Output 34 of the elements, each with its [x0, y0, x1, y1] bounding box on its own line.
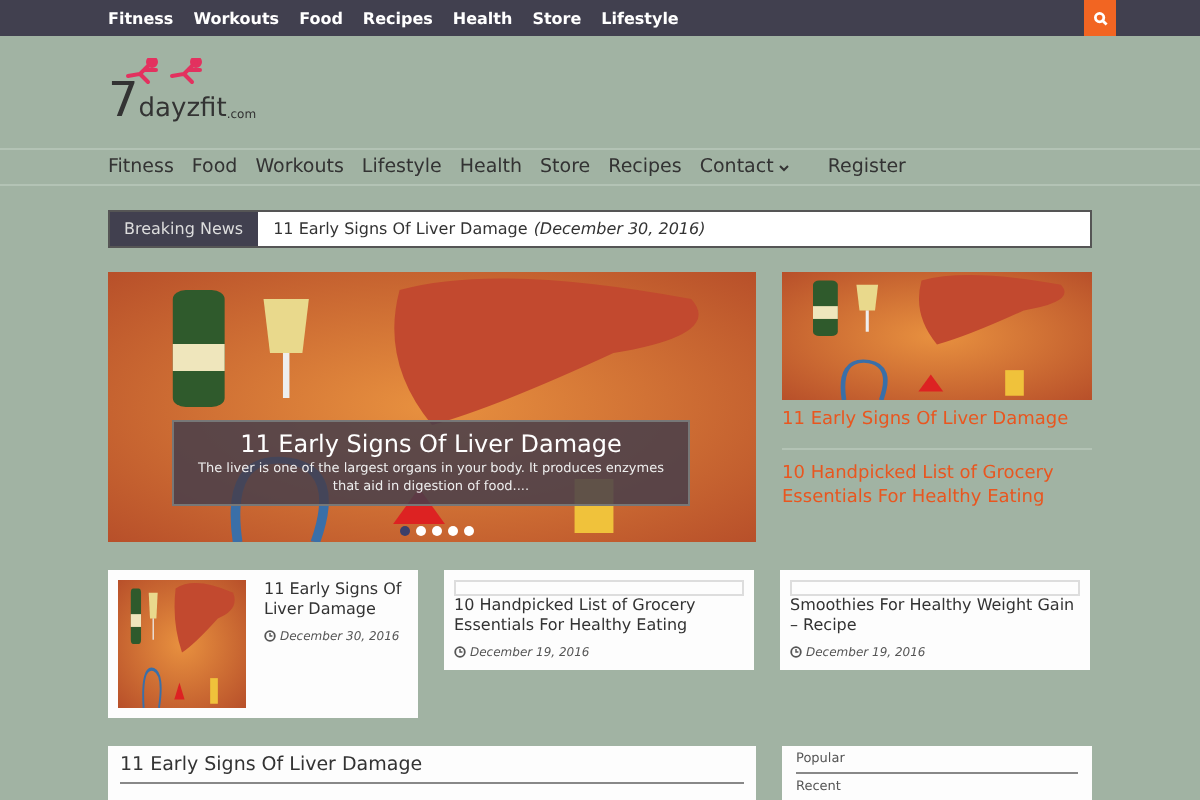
top-menu-link[interactable]: Fitness	[108, 9, 174, 27]
slider-dot[interactable]	[448, 526, 458, 536]
breaking-news-label: Breaking News	[110, 212, 258, 246]
photo-placeholder	[118, 580, 246, 708]
top-menu-link[interactable]: Lifestyle	[601, 9, 679, 27]
nav-link[interactable]: Food	[191, 156, 238, 178]
slider-dot[interactable]	[464, 526, 474, 536]
nav-link[interactable]: Workouts	[255, 156, 344, 178]
top-menu-link[interactable]: Store	[532, 9, 582, 27]
clock-icon	[264, 630, 276, 643]
article-title: 11 Early Signs Of Liver Damage	[120, 754, 744, 784]
search-icon	[1093, 11, 1107, 25]
nav-link[interactable]: Lifestyle	[361, 156, 442, 178]
top-menu-link[interactable]: Workouts	[193, 9, 280, 27]
post-title[interactable]: 11 Early Signs Of Liver Damage	[264, 580, 408, 622]
breaking-news-link[interactable]: 11 Early Signs Of Liver Damage (December 30, 2016)	[257, 212, 722, 246]
nav-link[interactable]: Recipes	[608, 156, 682, 178]
search-button[interactable]	[1084, 0, 1116, 36]
nav-link[interactable]: Health	[459, 156, 523, 178]
top-menu-link[interactable]: Health	[452, 9, 513, 27]
nav-link[interactable]: Fitness	[108, 156, 174, 178]
clock-icon	[454, 646, 466, 659]
slider-dot[interactable]	[432, 526, 442, 536]
nav-link[interactable]: Register	[827, 156, 906, 178]
slider-dot[interactable]	[400, 526, 410, 536]
nav-link[interactable]: Contact	[699, 156, 790, 178]
top-menu-link[interactable]: Food	[299, 9, 343, 27]
post-title[interactable]: Smoothies For Healthy Weight Gain – Recipe	[790, 596, 1080, 638]
top-menu-link[interactable]: Recipes	[362, 9, 433, 27]
slider-dot[interactable]	[416, 526, 426, 536]
slide-title[interactable]: 11 Early Signs Of Liver Damage	[186, 430, 676, 458]
nav-link[interactable]: Store	[540, 156, 591, 178]
post-title[interactable]: 10 Handpicked List of Grocery Essentials For Healthy Eating	[454, 596, 744, 638]
clock-icon	[790, 646, 802, 659]
